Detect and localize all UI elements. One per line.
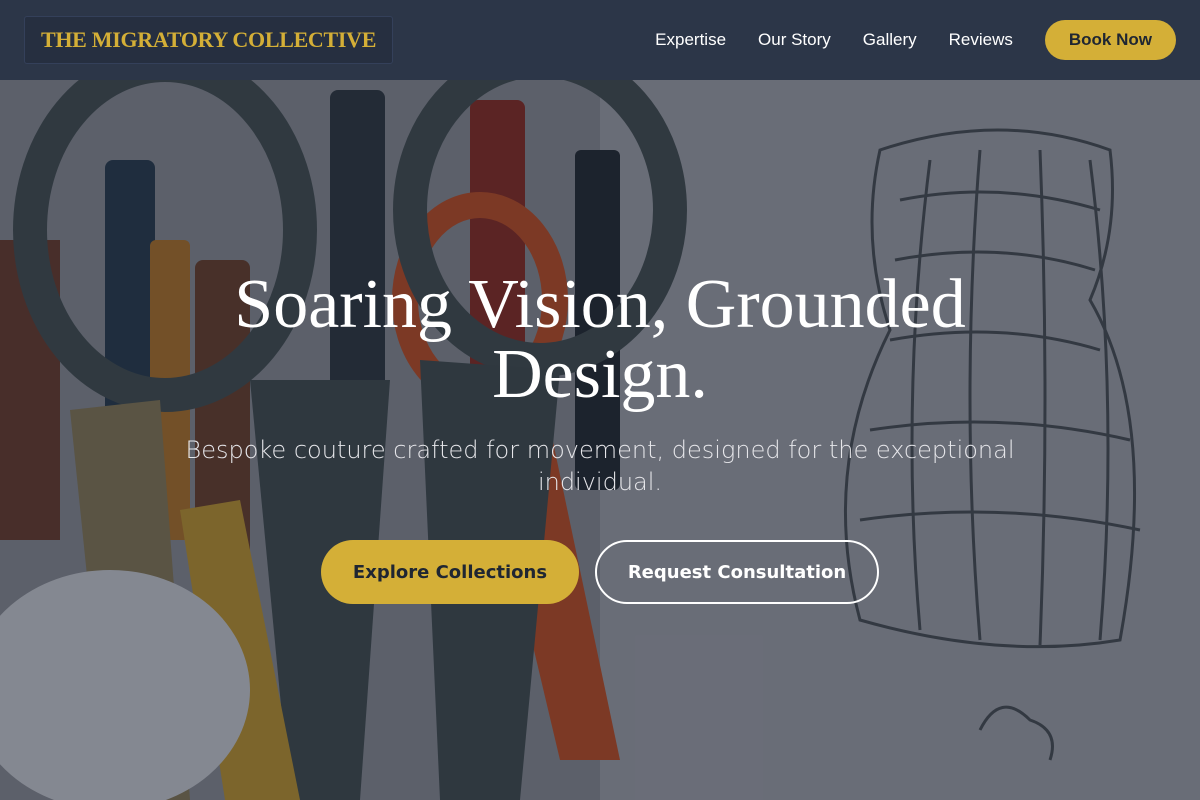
request-consultation-button[interactable]: Request Consultation [595,540,879,604]
hero-title: Soaring Vision, Grounded Design. [234,266,966,413]
main-nav: Expertise Our Story Gallery Reviews Book… [655,20,1176,60]
brand-logo[interactable]: THE MIGRATORY COLLECTIVE [24,16,394,64]
hero-subtitle: Bespoke couture crafted for movement, de… [185,436,1015,496]
site-header: THE MIGRATORY COLLECTIVE Expertise Our S… [0,0,1200,80]
nav-link-reviews[interactable]: Reviews [949,30,1013,50]
hero-content: Soaring Vision, Grounded Design. Bespoke… [0,270,1200,604]
nav-link-gallery[interactable]: Gallery [863,30,917,50]
book-now-button[interactable]: Book Now [1044,20,1176,60]
explore-collections-button[interactable]: Explore Collections [321,540,579,604]
nav-link-expertise[interactable]: Expertise [655,30,726,50]
hero-buttons: Explore Collections Request Consultation [0,540,1200,604]
nav-link-our-story[interactable]: Our Story [758,30,831,50]
